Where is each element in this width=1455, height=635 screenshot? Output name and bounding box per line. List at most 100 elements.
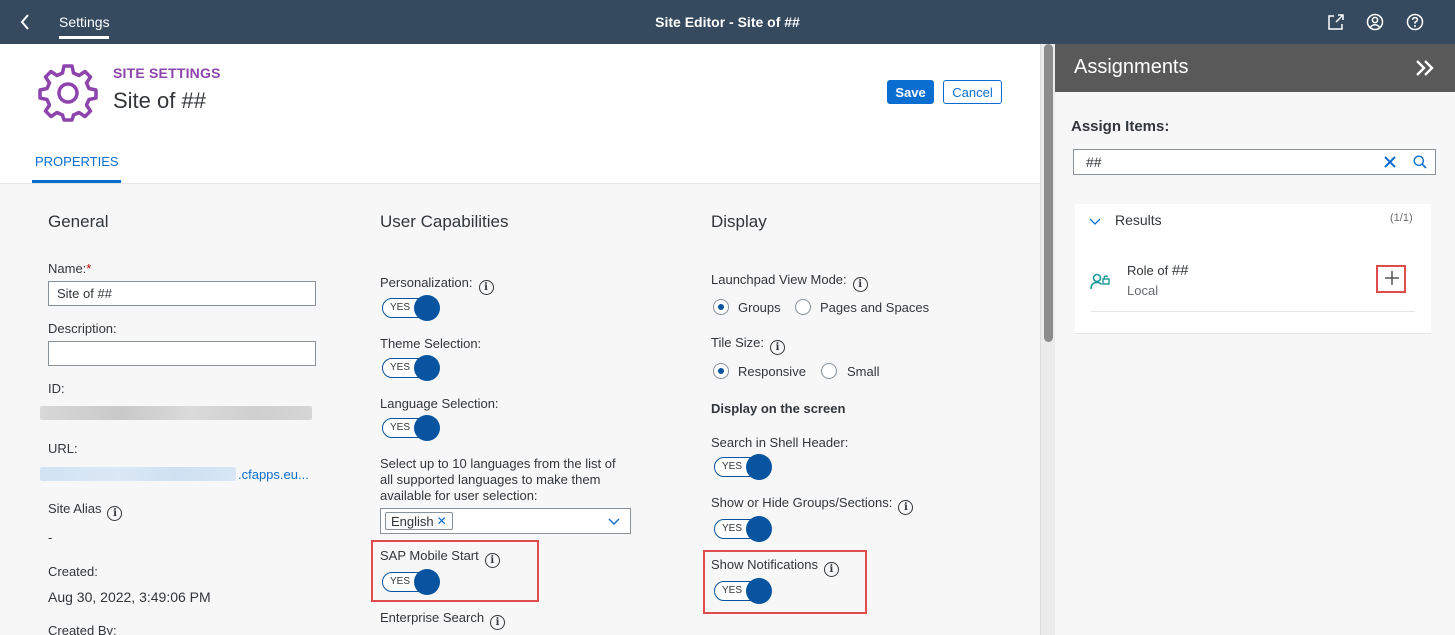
language-selection-label: Language Selection: (380, 396, 499, 411)
tile-size-label: Tile Size: i (711, 335, 785, 355)
site-alias-text: Site Alias (48, 501, 102, 516)
vertical-scrollbar[interactable] (1040, 44, 1055, 635)
page-title: Site of ## (113, 88, 206, 113)
info-icon[interactable]: i (823, 562, 839, 577)
name-field[interactable]: Site of ## (48, 281, 316, 306)
result-item-sub: Local (1127, 283, 1159, 298)
search-icon[interactable] (1410, 152, 1430, 172)
results-panel: Results (1/1) Role of ## Local (1075, 204, 1431, 334)
display-section-title: Display (711, 212, 767, 231)
save-button[interactable]: Save (887, 80, 934, 104)
highlight-box-add (1376, 265, 1406, 293)
result-item-name[interactable]: Role of ## (1127, 262, 1189, 279)
info-icon[interactable]: i (478, 280, 494, 295)
notifications-toggle[interactable]: YES (714, 578, 772, 604)
notifications-label: Show Notifications i (711, 557, 839, 577)
created-by-label: Created By: (48, 623, 117, 635)
created-label: Created: (48, 564, 98, 579)
name-label: Name:* (48, 261, 91, 276)
toggle-text: YES (722, 585, 743, 596)
user-profile-icon[interactable] (1364, 11, 1386, 33)
assignments-header: Assignments (1055, 44, 1455, 92)
toggle-text: YES (390, 362, 411, 373)
language-token: English ✕ (385, 512, 453, 530)
double-chevron-right-icon[interactable] (1410, 54, 1440, 82)
groups-sections-toggle[interactable]: YES (714, 516, 772, 542)
id-value-redacted (40, 406, 312, 420)
description-field[interactable] (48, 341, 316, 366)
personalization-text: Personalization: (380, 275, 473, 290)
result-name-hash: ## (1171, 262, 1189, 279)
share-icon[interactable] (1325, 11, 1347, 33)
search-value: ## (1086, 154, 1102, 170)
assignments-title: Assignments (1074, 56, 1189, 78)
shell-bar: Settings Site Editor - Site of ## (0, 0, 1455, 44)
results-title: Results (1115, 212, 1162, 228)
scrollbar-thumb[interactable] (1044, 44, 1053, 342)
url-link[interactable]: .cfapps.eu... (238, 467, 309, 482)
required-marker: * (86, 261, 92, 276)
assign-items-label: Assign Items: (1071, 118, 1170, 135)
groups-sections-text: Show or Hide Groups/Sections: (711, 495, 893, 510)
tab-settings-indicator (59, 36, 109, 39)
toggle-text: YES (390, 302, 411, 313)
radio-responsive[interactable] (713, 363, 729, 379)
toggle-text: YES (722, 461, 743, 472)
cancel-button[interactable]: Cancel (943, 80, 1002, 104)
page-header: SITE SETTINGS Site of ## Save Cancel PRO… (0, 44, 1040, 184)
info-icon[interactable]: i (484, 553, 500, 568)
main-content: SITE SETTINGS Site of ## Save Cancel PRO… (0, 44, 1040, 635)
mobile-start-text: SAP Mobile Start (380, 548, 479, 563)
shell-title: Site Editor - Site of ## (655, 14, 800, 30)
site-alias-label: Site Alias i (48, 501, 123, 521)
tab-properties[interactable]: PROPERTIES (35, 154, 119, 169)
token-label: English (391, 513, 434, 529)
page-subtitle: SITE SETTINGS (113, 65, 221, 81)
toggle-text: YES (390, 576, 411, 587)
clear-icon[interactable] (1380, 152, 1400, 172)
theme-selection-label: Theme Selection: (380, 336, 482, 351)
personalization-label: Personalization: i (380, 275, 494, 295)
tile-size-text: Tile Size: (711, 335, 764, 350)
description-label: Description: (48, 321, 117, 336)
toggle-text: YES (722, 523, 743, 534)
site-alias-value: - (48, 530, 53, 545)
chevron-down-icon[interactable] (607, 514, 621, 533)
groups-sections-label: Show or Hide Groups/Sections: i (711, 495, 914, 515)
token-remove-icon[interactable]: ✕ (437, 514, 447, 528)
info-icon[interactable]: i (490, 615, 506, 630)
radio-pages-and-spaces-label: Pages and Spaces (820, 300, 930, 315)
display-on-screen-heading: Display on the screen (711, 401, 846, 416)
view-mode-text: Launchpad View Mode: (711, 272, 847, 287)
result-divider (1091, 311, 1415, 312)
radio-small-label: Small (847, 364, 880, 379)
theme-selection-toggle[interactable]: YES (382, 355, 440, 381)
personalization-toggle[interactable]: YES (382, 295, 440, 321)
role-icon (1089, 270, 1111, 292)
general-section-title: General (48, 212, 109, 231)
assign-search-input[interactable]: ## (1073, 149, 1436, 175)
chevron-down-icon[interactable] (1087, 213, 1103, 229)
id-label: ID: (48, 381, 65, 396)
created-value: Aug 30, 2022, 3:49:06 PM (48, 589, 211, 605)
radio-groups[interactable] (713, 299, 729, 315)
radio-small[interactable] (821, 363, 837, 379)
radio-pages-and-spaces[interactable] (795, 299, 811, 315)
info-icon[interactable]: i (769, 340, 785, 355)
info-icon[interactable]: i (107, 506, 123, 521)
url-label: URL: (48, 441, 78, 456)
search-shell-header-toggle[interactable]: YES (714, 454, 772, 480)
info-icon[interactable]: i (852, 277, 868, 292)
info-icon[interactable]: i (898, 500, 914, 515)
user-capabilities-section-title: User Capabilities (380, 212, 509, 231)
notifications-text: Show Notifications (711, 557, 818, 572)
tab-properties-indicator (32, 180, 121, 183)
help-icon[interactable] (1404, 11, 1426, 33)
radio-groups-label: Groups (738, 300, 781, 315)
gear-icon (38, 62, 98, 122)
language-selection-toggle[interactable]: YES (382, 415, 440, 441)
languages-multicombo[interactable]: English ✕ (380, 508, 631, 534)
mobile-start-toggle[interactable]: YES (382, 569, 440, 595)
mobile-start-label: SAP Mobile Start i (380, 548, 500, 568)
radio-responsive-label: Responsive (738, 364, 806, 379)
